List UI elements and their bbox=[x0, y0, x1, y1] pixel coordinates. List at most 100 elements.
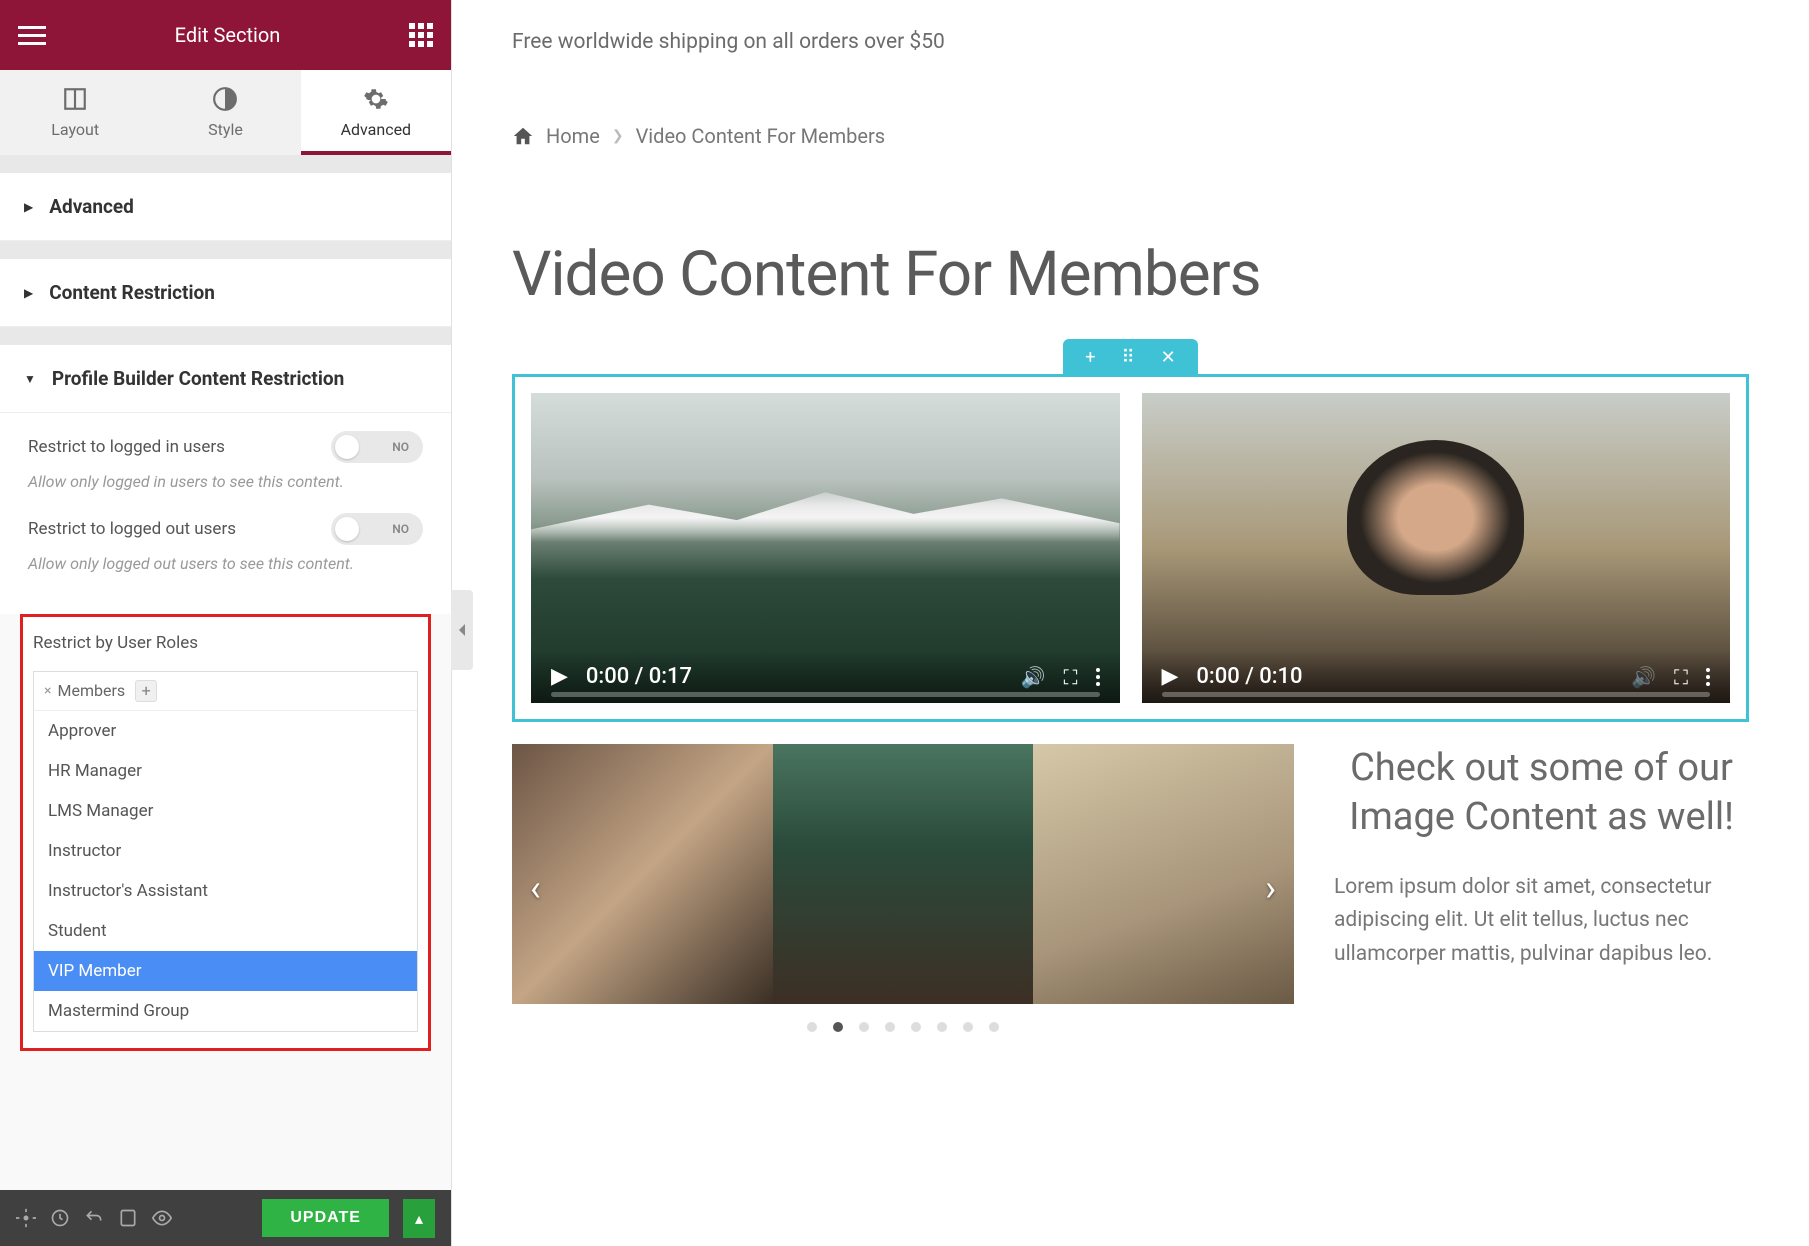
section-toolbar: + ⠿ ✕ bbox=[512, 339, 1749, 376]
carousel-item[interactable] bbox=[773, 744, 1034, 1004]
sidebar-header: Edit Section bbox=[0, 0, 451, 70]
carousel-dot[interactable] bbox=[833, 1022, 843, 1032]
carousel-dots bbox=[512, 1022, 1294, 1032]
collapse-sidebar-button[interactable] bbox=[451, 590, 473, 670]
edit-section-button[interactable]: ⠿ bbox=[1121, 347, 1134, 368]
carousel-dot[interactable] bbox=[859, 1022, 869, 1032]
video-progress[interactable] bbox=[551, 692, 1100, 697]
restrict-logged-out-label: Restrict to logged out users bbox=[28, 519, 236, 539]
section-advanced[interactable]: ▶ Advanced bbox=[0, 173, 451, 241]
volume-icon[interactable]: 🔊 bbox=[1021, 665, 1046, 689]
grid-icon[interactable] bbox=[409, 23, 433, 47]
caret-right-icon: ▶ bbox=[24, 200, 33, 214]
restrict-logged-in-toggle[interactable]: NO bbox=[331, 431, 423, 463]
volume-muted-icon[interactable]: 🔊 bbox=[1631, 665, 1656, 689]
preview-icon[interactable] bbox=[152, 1208, 172, 1228]
roles-dropdown: ApproverHR ManagerLMS ManagerInstructorI… bbox=[34, 710, 417, 1031]
carousel-dot[interactable] bbox=[807, 1022, 817, 1032]
add-tag-button[interactable]: + bbox=[135, 680, 157, 702]
carousel-prev-button[interactable]: ‹ bbox=[520, 857, 551, 919]
editor-tabs: Layout Style Advanced bbox=[0, 70, 451, 155]
section-content-restriction[interactable]: ▶ Content Restriction bbox=[0, 259, 451, 327]
contrast-icon bbox=[212, 86, 238, 112]
section-advanced-title: Advanced bbox=[49, 195, 134, 218]
delete-section-button[interactable]: ✕ bbox=[1161, 347, 1176, 368]
restrict-roles-label: Restrict by User Roles bbox=[33, 633, 418, 653]
play-icon[interactable]: ▶ bbox=[551, 664, 568, 689]
restrict-logged-in-help: Allow only logged in users to see this c… bbox=[28, 471, 423, 493]
editor-sidebar: Edit Section Layout Style Advanced ▶ Adv… bbox=[0, 0, 452, 1246]
carousel-dot[interactable] bbox=[885, 1022, 895, 1032]
home-icon bbox=[512, 125, 534, 147]
video-time: 0:00 / 0:17 bbox=[586, 664, 692, 689]
video-time: 0:00 / 0:10 bbox=[1196, 664, 1302, 689]
panel-body: ▶ Advanced ▶ Content Restriction ▼ Profi… bbox=[0, 155, 451, 1246]
video-2[interactable]: ▶ 0:00 / 0:10 🔊 ⛶ bbox=[1142, 393, 1731, 703]
page-title: Video Content For Members bbox=[512, 238, 1749, 311]
restrict-logged-in-label: Restrict to logged in users bbox=[28, 437, 225, 457]
pb-restriction-content: Restrict to logged in users NO Allow onl… bbox=[0, 413, 451, 614]
tab-advanced[interactable]: Advanced bbox=[301, 70, 451, 155]
selected-tags: × Members + bbox=[34, 672, 417, 710]
aside-content: Check out some of our Image Content as w… bbox=[1334, 744, 1749, 1032]
tab-advanced-label: Advanced bbox=[301, 120, 451, 139]
fullscreen-icon[interactable]: ⛶ bbox=[1064, 665, 1078, 689]
role-option[interactable]: Instructor's Assistant bbox=[34, 871, 417, 911]
shipping-banner: Free worldwide shipping on all orders ov… bbox=[512, 30, 1749, 54]
settings-icon[interactable] bbox=[16, 1208, 36, 1228]
video-progress[interactable] bbox=[1162, 692, 1711, 697]
restrict-logged-out-help: Allow only logged out users to see this … bbox=[28, 553, 423, 575]
tab-style[interactable]: Style bbox=[150, 70, 300, 155]
breadcrumb-current: Video Content For Members bbox=[636, 124, 886, 148]
restrict-roles-select[interactable]: × Members + ApproverHR ManagerLMS Manage… bbox=[33, 671, 418, 1032]
restrict-logged-out-toggle[interactable]: NO bbox=[331, 513, 423, 545]
update-button[interactable]: UPDATE bbox=[262, 1199, 389, 1237]
tab-layout-label: Layout bbox=[0, 120, 150, 139]
carousel-next-button[interactable]: › bbox=[1255, 857, 1286, 919]
responsive-icon[interactable] bbox=[118, 1208, 138, 1228]
role-option[interactable]: Instructor bbox=[34, 831, 417, 871]
bottom-toolbar: UPDATE ▴ bbox=[0, 1190, 451, 1246]
selected-tag: Members bbox=[57, 681, 125, 700]
carousel-dot[interactable] bbox=[911, 1022, 921, 1032]
breadcrumb: Home ❯ Video Content For Members bbox=[512, 124, 1749, 148]
role-option[interactable]: HR Manager bbox=[34, 751, 417, 791]
breadcrumb-home[interactable]: Home bbox=[546, 124, 600, 148]
video-section[interactable]: ▶ 0:00 / 0:17 🔊 ⛶ ▶ 0:00 / 0:10 🔊 ⛶ bbox=[512, 374, 1749, 722]
role-option[interactable]: Approver bbox=[34, 711, 417, 751]
video-1[interactable]: ▶ 0:00 / 0:17 🔊 ⛶ bbox=[531, 393, 1120, 703]
fullscreen-icon[interactable]: ⛶ bbox=[1674, 665, 1688, 689]
panel-title: Edit Section bbox=[175, 23, 281, 47]
restrict-roles-box: Restrict by User Roles × Members + Appro… bbox=[20, 614, 431, 1051]
add-section-button[interactable]: + bbox=[1085, 347, 1095, 368]
aside-text: Lorem ipsum dolor sit amet, consectetur … bbox=[1334, 871, 1749, 972]
role-option[interactable]: LMS Manager bbox=[34, 791, 417, 831]
undo-icon[interactable] bbox=[84, 1208, 104, 1228]
play-icon[interactable]: ▶ bbox=[1162, 664, 1179, 689]
main-content: Free worldwide shipping on all orders ov… bbox=[452, 0, 1809, 1246]
role-option[interactable]: Mastermind Group bbox=[34, 991, 417, 1031]
update-dropdown-button[interactable]: ▴ bbox=[403, 1199, 435, 1238]
chevron-left-icon bbox=[457, 623, 467, 637]
gear-icon bbox=[363, 86, 389, 112]
section-pb-restriction-title: Profile Builder Content Restriction bbox=[52, 367, 344, 390]
more-icon[interactable] bbox=[1096, 668, 1100, 686]
caret-right-icon: ▶ bbox=[24, 286, 33, 300]
tab-layout[interactable]: Layout bbox=[0, 70, 150, 155]
tab-style-label: Style bbox=[150, 120, 300, 139]
carousel-item[interactable] bbox=[512, 744, 773, 1004]
section-content-restriction-title: Content Restriction bbox=[49, 281, 215, 304]
columns-icon bbox=[62, 86, 88, 112]
aside-heading: Check out some of our Image Content as w… bbox=[1334, 744, 1749, 843]
role-option[interactable]: VIP Member bbox=[34, 951, 417, 991]
carousel-dot[interactable] bbox=[989, 1022, 999, 1032]
carousel-dot[interactable] bbox=[937, 1022, 947, 1032]
menu-icon[interactable] bbox=[18, 26, 46, 45]
carousel-dot[interactable] bbox=[963, 1022, 973, 1032]
history-icon[interactable] bbox=[50, 1208, 70, 1228]
caret-down-icon: ▼ bbox=[24, 372, 36, 386]
role-option[interactable]: Student bbox=[34, 911, 417, 951]
section-pb-restriction[interactable]: ▼ Profile Builder Content Restriction bbox=[0, 345, 451, 413]
remove-tag-icon[interactable]: × bbox=[44, 683, 51, 699]
more-icon[interactable] bbox=[1706, 668, 1710, 686]
